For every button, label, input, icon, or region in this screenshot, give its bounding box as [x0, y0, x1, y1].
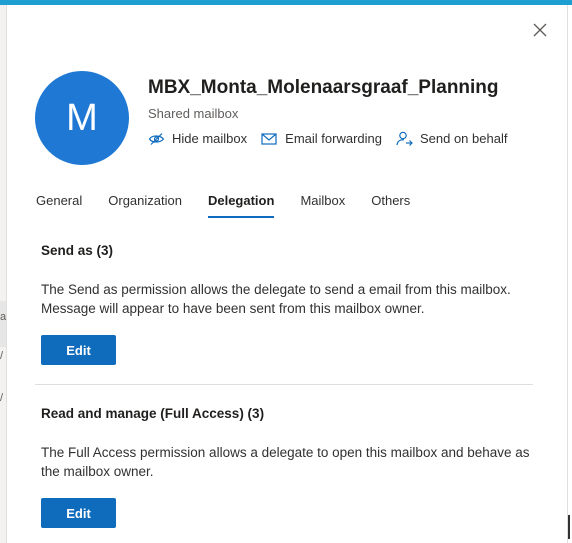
panel-edge: [567, 5, 568, 543]
send-on-behalf-label: Send on behalf: [419, 131, 508, 146]
tab-others[interactable]: Others: [371, 193, 410, 218]
background-page-sliver: a / /: [0, 5, 7, 543]
send-as-edit-button[interactable]: Edit: [41, 335, 116, 365]
send-as-description: The Send as permission allows the delega…: [41, 282, 511, 316]
quick-actions: Hide mailbox Email forwarding Send on be…: [148, 131, 521, 146]
send-as-title: Send as (3): [41, 243, 114, 258]
full-access-edit-button[interactable]: Edit: [41, 498, 116, 528]
tab-delegation[interactable]: Delegation: [207, 193, 275, 218]
hide-mailbox-button[interactable]: Hide mailbox: [148, 131, 247, 146]
full-access-description: The Full Access permission allows a dele…: [41, 445, 530, 479]
tab-bar: General Organization Delegation Mailbox …: [36, 193, 436, 218]
tab-general[interactable]: General: [36, 193, 82, 218]
send-on-behalf-icon: [396, 131, 413, 146]
background-row-shade: [0, 301, 6, 347]
top-accent-bar: [0, 0, 572, 5]
tab-organization[interactable]: Organization: [108, 193, 182, 218]
mailbox-type-label: Shared mailbox: [148, 106, 239, 121]
resize-handle[interactable]: [568, 515, 570, 539]
hide-mailbox-label: Hide mailbox: [172, 131, 248, 146]
email-forwarding-label: Email forwarding: [285, 131, 382, 146]
background-text-fragment: a: [0, 311, 7, 323]
section-divider: [35, 384, 533, 385]
full-access-title: Read and manage (Full Access) (3): [41, 406, 265, 421]
send-on-behalf-button[interactable]: Send on behalf: [396, 131, 507, 146]
close-icon: [533, 23, 547, 37]
email-forwarding-button[interactable]: Email forwarding: [261, 131, 382, 146]
background-text-fragment: /: [0, 392, 4, 404]
email-forwarding-icon: [261, 132, 277, 145]
hide-mailbox-icon: [148, 132, 165, 145]
tab-mailbox[interactable]: Mailbox: [300, 193, 345, 218]
avatar: M: [35, 71, 129, 165]
close-button[interactable]: [530, 20, 550, 40]
mailbox-details-panel: a / / M MBX_Monta_Molenaarsgraaf_Plannin…: [0, 0, 572, 543]
page-title: MBX_Monta_Molenaarsgraaf_Planning: [148, 77, 499, 98]
background-text-fragment: /: [0, 350, 4, 362]
avatar-initial: M: [66, 96, 98, 139]
